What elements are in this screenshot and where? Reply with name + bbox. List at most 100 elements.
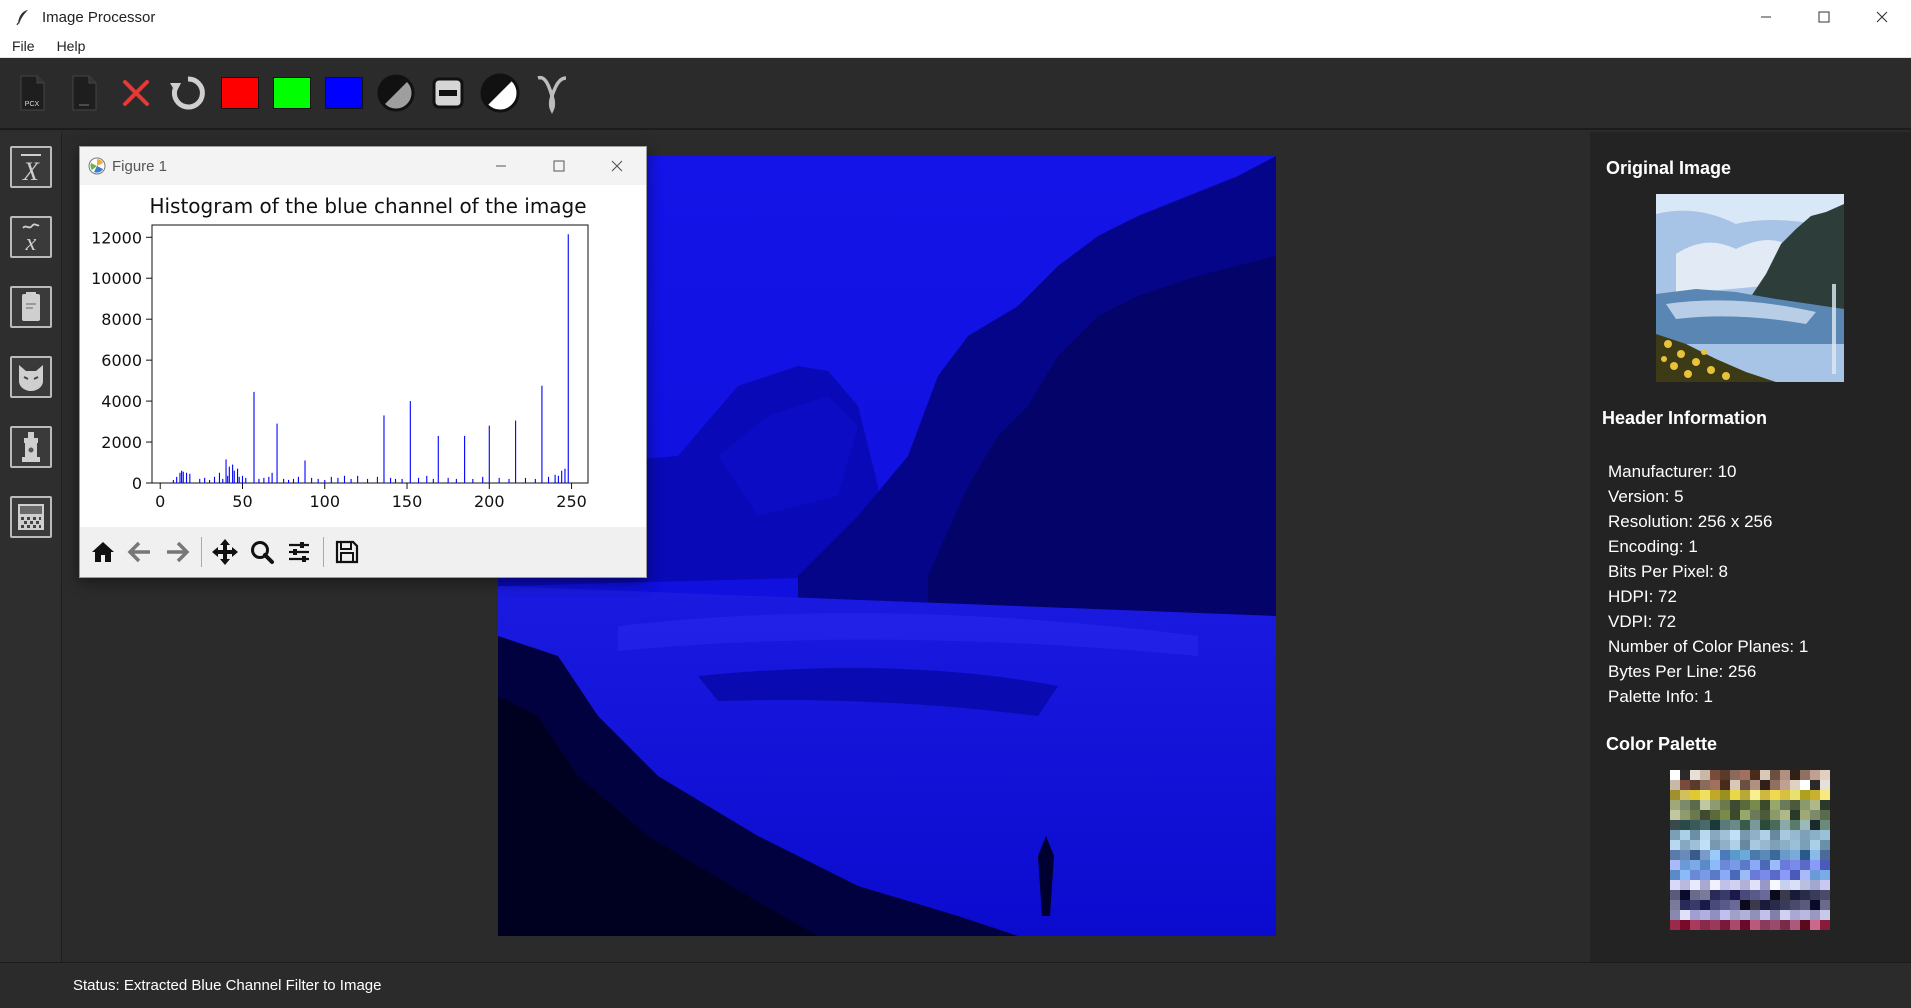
header-info-version: Version: 5	[1608, 487, 1684, 506]
laplacian-filter-button[interactable]	[10, 356, 52, 398]
save-figure-button[interactable]	[330, 535, 364, 569]
palette-swatch	[1750, 830, 1760, 840]
y-tick-label: 2000	[101, 433, 142, 452]
blue-channel-button[interactable]	[322, 71, 366, 115]
gamma-icon	[537, 75, 567, 114]
palette-swatch	[1670, 830, 1680, 840]
palette-swatch	[1680, 840, 1690, 850]
palette-swatch	[1700, 920, 1710, 930]
close-button[interactable]	[1853, 0, 1911, 34]
palette-swatch	[1800, 880, 1810, 890]
menu-file[interactable]: File	[0, 38, 45, 54]
palette-swatch	[1680, 790, 1690, 800]
palette-swatch	[1780, 840, 1790, 850]
palette-swatch	[1760, 910, 1770, 920]
palette-swatch	[1780, 770, 1790, 780]
home-button[interactable]	[86, 535, 120, 569]
palette-swatch	[1800, 910, 1810, 920]
configure-button[interactable]	[282, 535, 316, 569]
palette-swatch	[1770, 860, 1780, 870]
open-pcx-button[interactable]: PCX	[10, 71, 54, 115]
palette-swatch	[1790, 900, 1800, 910]
palette-swatch	[1760, 770, 1770, 780]
negative-button[interactable]	[478, 71, 522, 115]
palette-swatch	[1670, 780, 1680, 790]
close-icon	[611, 160, 623, 172]
palette-swatch	[1760, 790, 1770, 800]
palette-swatch	[1740, 880, 1750, 890]
pcx-file-icon: PCX	[20, 75, 45, 111]
red-channel-button[interactable]	[218, 71, 262, 115]
palette-swatch	[1760, 920, 1770, 930]
figure-close-button[interactable]	[588, 147, 646, 185]
figure-maximize-button[interactable]	[530, 147, 588, 185]
palette-swatch	[1670, 850, 1680, 860]
palette-swatch	[1780, 910, 1790, 920]
palette-swatch	[1750, 780, 1760, 790]
minimize-button[interactable]	[1737, 0, 1795, 34]
gaussian-filter-button[interactable]	[10, 286, 52, 328]
grid-icon	[18, 504, 44, 530]
palette-swatch	[1790, 800, 1800, 810]
palette-swatch	[1800, 790, 1810, 800]
threshold-button[interactable]	[426, 71, 470, 115]
reset-button[interactable]	[166, 71, 210, 115]
palette-swatch	[1790, 830, 1800, 840]
gradient-filter-button[interactable]	[10, 496, 52, 538]
palette-swatch	[1770, 890, 1780, 900]
back-button[interactable]	[123, 535, 157, 569]
forward-button[interactable]	[160, 535, 194, 569]
palette-swatch	[1700, 790, 1710, 800]
maximize-button[interactable]	[1795, 0, 1853, 34]
palette-swatch	[1760, 810, 1770, 820]
palette-swatch	[1700, 880, 1710, 890]
gamma-button[interactable]	[530, 71, 574, 115]
green-channel-button[interactable]	[270, 71, 314, 115]
palette-swatch	[1770, 800, 1780, 810]
palette-swatch	[1730, 890, 1740, 900]
palette-swatch	[1720, 770, 1730, 780]
palette-swatch	[1670, 860, 1680, 870]
palette-swatch	[1760, 860, 1770, 870]
palette-swatch	[1790, 840, 1800, 850]
palette-swatch	[1690, 880, 1700, 890]
palette-swatch	[1740, 850, 1750, 860]
pan-button[interactable]	[208, 535, 242, 569]
figure-minimize-button[interactable]	[472, 147, 530, 185]
palette-swatch	[1720, 880, 1730, 890]
palette-swatch	[1800, 850, 1810, 860]
palette-swatch	[1780, 820, 1790, 830]
palette-swatch	[1780, 920, 1790, 930]
open-file-button[interactable]	[62, 71, 106, 115]
close-image-button[interactable]	[114, 71, 158, 115]
red-x-icon	[123, 80, 149, 106]
palette-swatch	[1820, 910, 1830, 920]
tablet-icon	[22, 292, 40, 321]
zoom-button[interactable]	[245, 535, 279, 569]
grayscale-button[interactable]	[374, 71, 418, 115]
palette-swatch	[1740, 780, 1750, 790]
palette-swatch	[1750, 790, 1760, 800]
palette-swatch	[1690, 860, 1700, 870]
left-sidebar: X x	[0, 132, 62, 962]
palette-swatch	[1710, 780, 1720, 790]
palette-swatch	[1780, 900, 1790, 910]
palette-swatch	[1800, 830, 1810, 840]
palette-swatch	[1800, 920, 1810, 930]
y-tick-label: 6000	[101, 351, 142, 370]
palette-swatch	[1810, 780, 1820, 790]
figure-title-bar: Figure 1	[80, 147, 646, 185]
palette-swatch	[1780, 890, 1790, 900]
file-icon	[72, 75, 97, 111]
x-tick-label: 50	[232, 492, 252, 511]
palette-swatch	[1680, 770, 1690, 780]
unsharp-filter-button[interactable]	[10, 426, 52, 468]
figure-title: Figure 1	[112, 157, 168, 175]
minimize-icon	[1761, 16, 1771, 18]
menu-help[interactable]: Help	[45, 38, 96, 54]
palette-swatch	[1680, 800, 1690, 810]
palette-swatch	[1750, 910, 1760, 920]
palette-swatch	[1790, 810, 1800, 820]
mean-filter-button[interactable]: X	[10, 146, 52, 188]
median-filter-button[interactable]: x	[10, 216, 52, 258]
